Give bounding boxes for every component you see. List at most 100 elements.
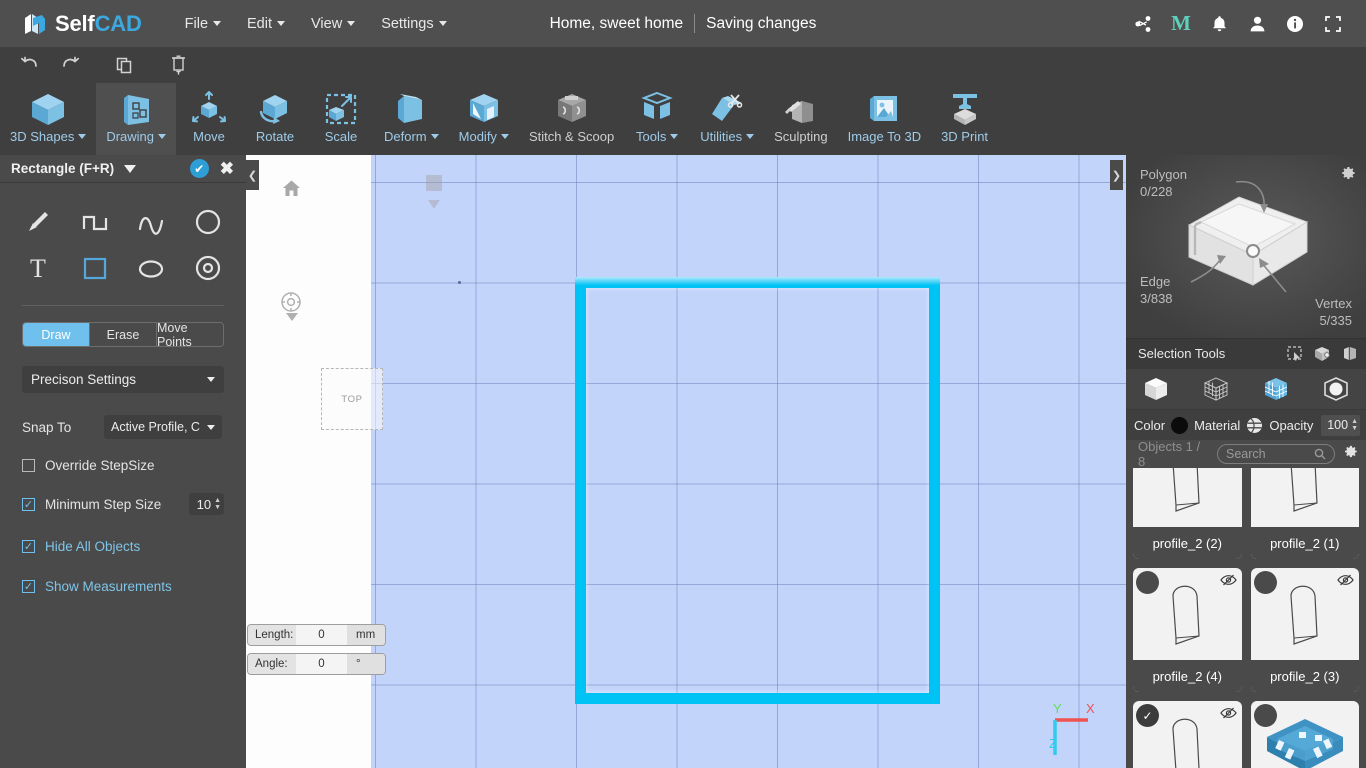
rectangle-select-icon[interactable]	[1287, 345, 1303, 362]
menu-view[interactable]: View	[298, 10, 368, 38]
confirm-button[interactable]: ✔	[189, 159, 209, 178]
redo-button[interactable]	[50, 50, 90, 80]
lasso-select-icon[interactable]	[1342, 346, 1358, 362]
angle-measurement[interactable]: Angle: 0 °	[247, 653, 386, 675]
material-sphere-icon[interactable]	[1246, 417, 1263, 434]
object-card[interactable]: profile_2 (2)	[1133, 468, 1242, 559]
user-account-icon[interactable]	[1238, 5, 1276, 43]
origin-point-marker	[458, 281, 461, 284]
concentric-circle-tool[interactable]	[180, 247, 237, 289]
freehand-brush-tool[interactable]	[10, 201, 67, 243]
object-card[interactable]: profile_2 (1)	[1250, 468, 1359, 559]
object-select-toggle[interactable]	[1136, 571, 1159, 594]
copy-button[interactable]	[104, 50, 144, 80]
ribbon-tools[interactable]: Tools	[624, 83, 690, 155]
panel-collapse-caret-icon[interactable]	[124, 164, 137, 173]
collapse-left-panel-button[interactable]: ❮	[246, 160, 259, 190]
erase-mode-button[interactable]: Erase	[90, 323, 157, 346]
chevron-down-icon	[670, 134, 679, 139]
rectangle-tool[interactable]	[67, 247, 124, 289]
ribbon-3d-shapes[interactable]: 3D Shapes	[0, 83, 96, 155]
search-input[interactable]	[1226, 447, 1310, 461]
color-label: Color	[1134, 417, 1166, 433]
ribbon-rotate[interactable]: Rotate	[242, 83, 308, 155]
length-value[interactable]: 0	[296, 625, 347, 645]
ribbon-deform[interactable]: Deform	[374, 83, 449, 155]
ribbon-sculpting[interactable]: Sculpting	[764, 83, 837, 155]
ribbon-stitch-and-scoop[interactable]: Stitch & Scoop	[519, 83, 624, 155]
length-measurement[interactable]: Length: 0 mm	[247, 624, 386, 646]
share-icon[interactable]	[1124, 5, 1162, 43]
ribbon-modify[interactable]: Modify	[449, 83, 519, 155]
angle-value[interactable]: 0	[296, 654, 347, 674]
selfcad-logo[interactable]: SelfCAD	[22, 11, 142, 37]
object-select-toggle[interactable]	[1253, 704, 1277, 727]
snap-to-select[interactable]: Active Profile, C	[104, 415, 222, 439]
box-select-icon[interactable]	[1314, 346, 1331, 362]
eye-off-icon[interactable]	[1219, 706, 1237, 725]
ribbon-drawing[interactable]: Drawing	[96, 83, 177, 155]
profile-outline-thumb	[1172, 718, 1200, 768]
objects-search[interactable]	[1217, 444, 1335, 464]
minimum-step-size-checkbox[interactable]: ✓	[22, 497, 35, 511]
object-card[interactable]: profile_2 (3)	[1250, 568, 1359, 692]
selfcad-application: SelfCAD File Edit View Settings Home, sw…	[0, 0, 1366, 768]
object-select-toggle[interactable]: ✓	[1136, 704, 1159, 727]
polyline-tool[interactable]	[67, 201, 124, 243]
drawn-rectangle-shape[interactable]	[575, 277, 940, 704]
viewport-canvas[interactable]: TOP Length: 0 mm Angle: 0 ° Y X Z	[246, 155, 1126, 768]
wireframe-mode-icon[interactable]	[1192, 371, 1240, 407]
ribbon-scale[interactable]: Scale	[308, 83, 374, 155]
show-measurements-checkbox[interactable]: ✓	[22, 580, 35, 593]
object-select-toggle[interactable]	[1253, 571, 1277, 594]
home-view-icon[interactable]	[282, 179, 301, 203]
object-thumbnail	[1133, 468, 1242, 527]
rotate-icon	[254, 88, 296, 130]
ellipse-tool[interactable]	[123, 247, 180, 289]
move-gizmo-arrow-icon[interactable]	[428, 200, 440, 209]
precision-settings-dropdown[interactable]: Precison Settings	[22, 366, 224, 393]
minimum-step-size-stepper[interactable]: 10 ▲ ▼	[188, 493, 224, 515]
orbit-dropdown-caret-icon[interactable]	[286, 313, 298, 321]
fullscreen-icon[interactable]	[1314, 5, 1352, 43]
stepper-arrows-icon[interactable]: ▲ ▼	[1351, 418, 1358, 432]
eye-off-icon[interactable]	[1337, 573, 1354, 592]
curve-tool[interactable]	[123, 201, 180, 243]
override-stepsize-checkbox[interactable]	[22, 459, 35, 472]
view-cube[interactable]: TOP	[321, 368, 383, 430]
text-tool[interactable]: T	[10, 247, 67, 289]
ribbon-3d-print[interactable]: 3D Print	[931, 83, 998, 155]
eye-off-icon[interactable]	[1219, 573, 1237, 592]
close-button[interactable]: ✖	[220, 160, 234, 177]
search-icon	[1314, 448, 1326, 460]
vertex-mode-icon[interactable]	[1312, 371, 1360, 407]
notifications-bell-icon[interactable]	[1200, 5, 1238, 43]
undo-button[interactable]	[10, 50, 50, 80]
move-points-mode-button[interactable]: Move Points	[157, 323, 223, 346]
stepper-arrows-icon[interactable]: ▲ ▼	[214, 497, 221, 511]
draw-mode-button[interactable]: Draw	[23, 323, 90, 346]
object-card[interactable]: Mesh2	[1250, 701, 1359, 768]
ribbon-move[interactable]: Move	[176, 83, 242, 155]
selection-settings-gear-icon[interactable]	[1340, 165, 1356, 186]
delete-button[interactable]	[158, 50, 198, 80]
move-gizmo-handle[interactable]	[426, 175, 442, 191]
color-swatch[interactable]	[1171, 416, 1189, 434]
object-mode-icon[interactable]	[1132, 371, 1180, 407]
collapse-right-panel-button[interactable]: ❯	[1110, 160, 1123, 190]
ribbon-utilities[interactable]: Utilities	[690, 83, 764, 155]
m-logo-icon[interactable]: M	[1162, 5, 1200, 43]
circle-tool[interactable]	[180, 201, 237, 243]
objects-settings-gear-icon[interactable]	[1343, 444, 1358, 464]
object-card[interactable]: profile_2 (4)	[1133, 568, 1242, 692]
info-icon[interactable]	[1276, 5, 1314, 43]
menu-edit[interactable]: Edit	[234, 10, 298, 38]
sculpting-icon	[780, 88, 822, 130]
object-card[interactable]: ✓ profile_2	[1133, 701, 1242, 768]
opacity-stepper[interactable]: 100 ▲ ▼	[1321, 414, 1360, 436]
polygon-mode-icon[interactable]	[1252, 371, 1300, 407]
hide-all-objects-checkbox[interactable]: ✓	[22, 540, 35, 553]
menu-file[interactable]: File	[172, 10, 234, 38]
ribbon-image-to-3d[interactable]: Image To 3D	[838, 83, 931, 155]
menu-settings[interactable]: Settings	[368, 10, 459, 38]
